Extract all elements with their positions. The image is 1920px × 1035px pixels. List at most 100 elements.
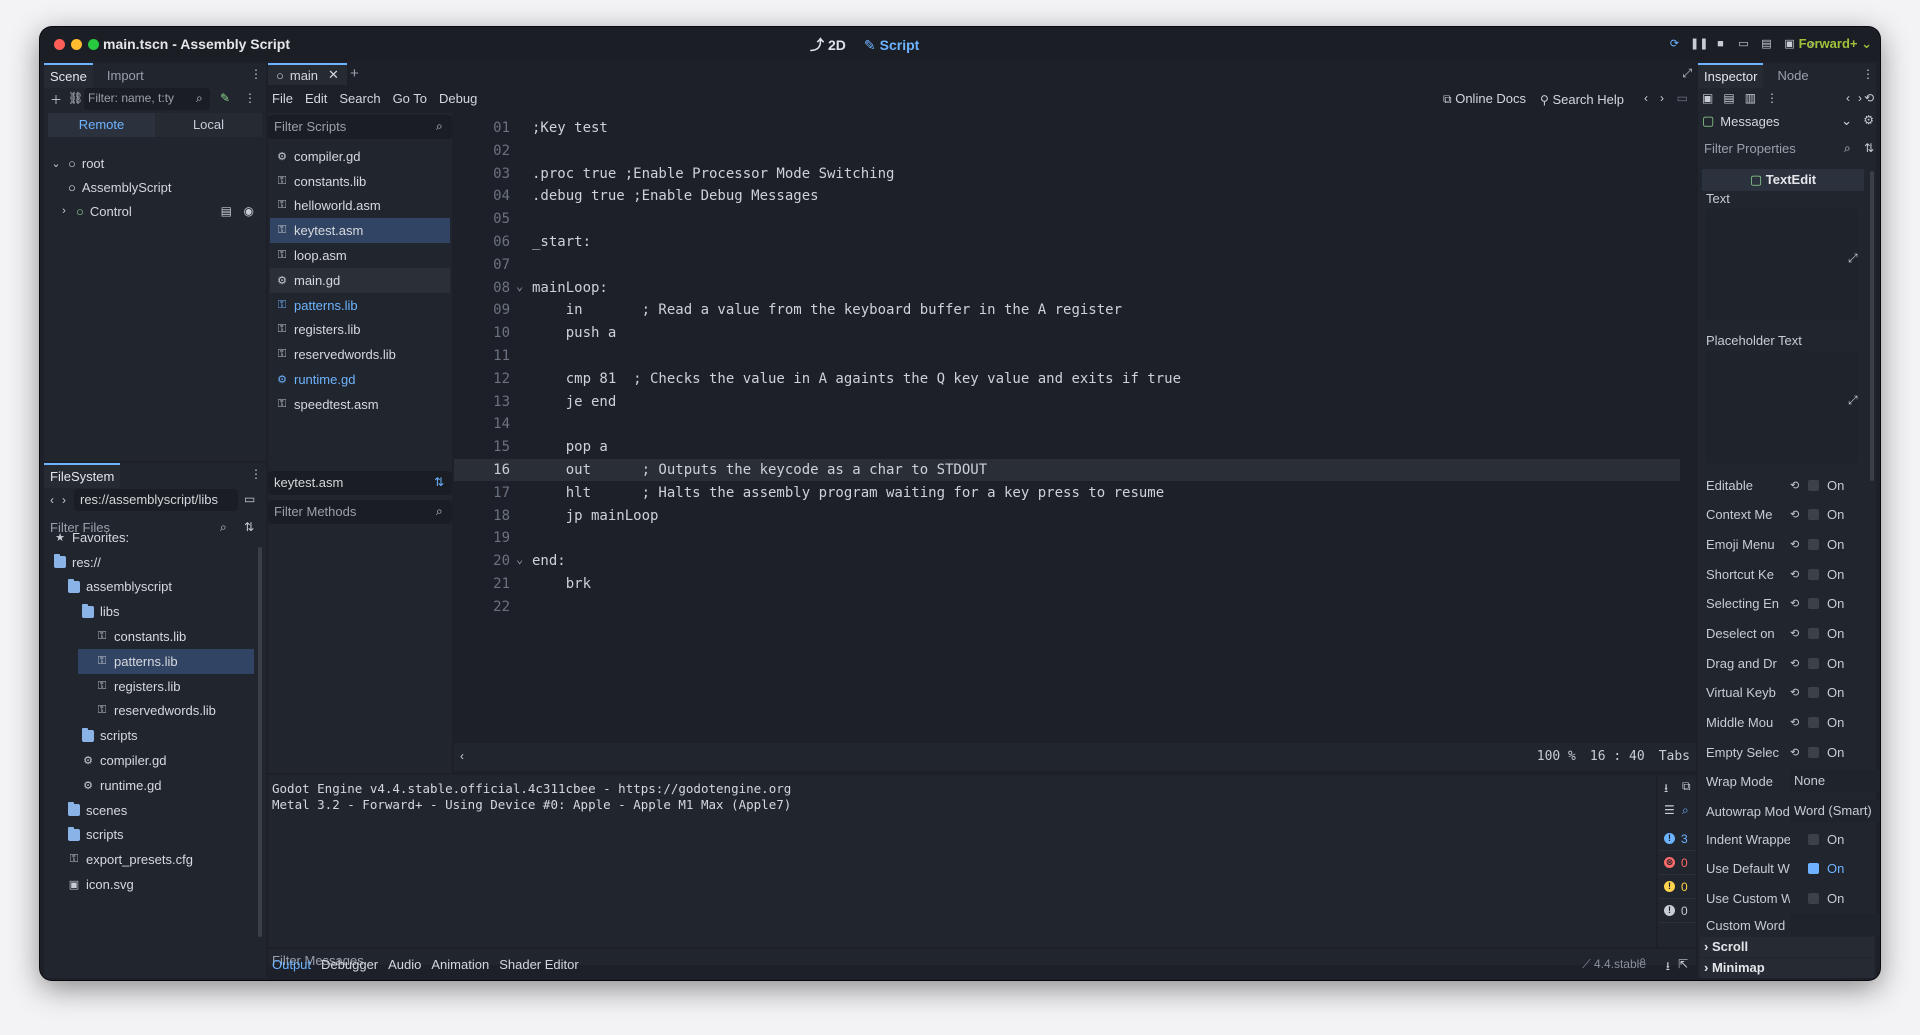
remote-debug-icon[interactable]: ⟳	[1667, 37, 1682, 51]
menu-edit[interactable]: Edit	[305, 91, 327, 106]
movie-maker-icon[interactable]: ▤	[1759, 37, 1774, 51]
toggle-scripts-panel-icon[interactable]: ‹	[460, 749, 464, 763]
file-tree-row[interactable]: ⚿ patterns.lib	[78, 648, 254, 674]
script-list-item[interactable]: ⚿ keytest.asm	[270, 218, 450, 244]
property-checkbox[interactable]: On	[1808, 891, 1844, 906]
indent-mode[interactable]: Tabs	[1659, 749, 1690, 764]
counter-toggle[interactable]: ! 0	[1658, 899, 1696, 923]
file-tree-row[interactable]: ★ Favorites:	[44, 525, 254, 550]
menu-debug[interactable]: Debug	[439, 91, 477, 106]
file-tree-row[interactable]: ⚿ reservedwords.lib	[44, 699, 254, 724]
workspace-2d-button[interactable]: ⤴ 2D	[810, 35, 846, 55]
script-list-item[interactable]: ⚿ patterns.lib	[270, 293, 450, 318]
close-window-button[interactable]	[54, 39, 65, 50]
bottom-tab-audio[interactable]: Audio	[388, 957, 421, 972]
code-editor[interactable]: 01 ;Key test 02 03 .proc true ;Enable Proces…	[454, 113, 1696, 743]
file-tree-row[interactable]: ⚙ runtime.gd	[44, 773, 254, 798]
collapse-icon[interactable]: ☰	[1664, 803, 1675, 817]
online-docs-button[interactable]: ⧉ Online Docs	[1443, 91, 1526, 107]
property-checkbox[interactable]: On	[1808, 745, 1844, 760]
placeholder-property-field[interactable]	[1706, 351, 1858, 463]
file-tree-row[interactable]: scenes	[44, 798, 254, 823]
close-tab-icon[interactable]: ✕	[328, 67, 339, 83]
add-node-icon[interactable]: ＋	[50, 91, 62, 108]
script-list-item[interactable]: ⚙ runtime.gd	[270, 367, 450, 392]
custom-word-field[interactable]	[1790, 914, 1880, 936]
property-checkbox[interactable]: On	[1808, 478, 1844, 493]
counter-toggle[interactable]: ! 0	[1658, 875, 1696, 899]
file-tree-row[interactable]: scripts	[44, 723, 254, 748]
tree-row-control[interactable]: › ○ Control ▤ ◉	[44, 199, 266, 223]
new-resource-icon[interactable]: ▣	[1702, 91, 1713, 105]
script-list-item[interactable]: ⚿ helloworld.asm	[270, 194, 450, 219]
dock-menu-icon[interactable]: ⋮	[250, 467, 262, 481]
fold-chevron-icon[interactable]: ⌄	[516, 552, 523, 566]
workspace-script-button[interactable]: ✎ Script	[864, 35, 919, 55]
scrollbar[interactable]	[1870, 171, 1874, 481]
tab-inspector[interactable]: Inspector	[1698, 63, 1764, 88]
search-icon[interactable]: ⌕	[1682, 803, 1689, 818]
menu-search[interactable]: Search	[339, 91, 380, 106]
clapper-icon[interactable]: ▤	[221, 204, 232, 218]
section-scroll[interactable]: › Scroll	[1700, 937, 1874, 957]
property-checkbox[interactable]: On	[1808, 861, 1844, 876]
counter-toggle[interactable]: ! 3	[1658, 827, 1696, 851]
properties-filter-input[interactable]: Filter Properties	[1698, 137, 1858, 161]
scene-menu-icon[interactable]: ⋮	[244, 91, 256, 105]
revert-icon[interactable]: ⟲	[1790, 627, 1808, 640]
script-list-item[interactable]: ⚿ registers.lib	[270, 318, 450, 343]
play-custom-icon[interactable]: ▣	[1782, 37, 1797, 51]
maximize-window-button[interactable]	[88, 39, 99, 50]
path-field[interactable]: res://assemblyscript/libs	[74, 489, 238, 511]
property-checkbox[interactable]: On	[1808, 832, 1844, 847]
expand-icon[interactable]: ⤢	[1848, 393, 1858, 408]
revert-icon[interactable]: ⟲	[1790, 657, 1808, 670]
file-tree-row[interactable]: assemblyscript	[44, 575, 254, 600]
property-checkbox[interactable]: On	[1808, 656, 1844, 671]
fold-chevron-icon[interactable]: ⌄	[516, 279, 523, 293]
tab-main[interactable]: ○ main ✕	[268, 63, 347, 85]
file-tree-row[interactable]: ▣ icon.svg	[44, 872, 254, 897]
scrollbar[interactable]	[258, 547, 262, 937]
tab-scene[interactable]: Scene	[44, 63, 93, 88]
revert-icon[interactable]: ⟲	[1790, 597, 1808, 610]
file-tree-row[interactable]: res://	[44, 550, 254, 575]
object-properties-icon[interactable]: ⚙	[1863, 113, 1874, 127]
property-checkbox[interactable]: On	[1808, 685, 1844, 700]
dock-menu-icon[interactable]: ⋮	[250, 67, 262, 81]
script-list-item[interactable]: ⚙ compiler.gd	[270, 144, 450, 169]
revert-icon[interactable]: ⟲	[1790, 568, 1808, 581]
expand-icon[interactable]: ⤢	[1848, 251, 1858, 266]
menu-go-to[interactable]: Go To	[393, 91, 427, 106]
property-checkbox[interactable]: On	[1808, 715, 1844, 730]
file-tree-row[interactable]: ⚿ export_presets.cfg	[44, 847, 254, 872]
history-back-icon[interactable]: ‹	[1644, 91, 1648, 105]
split-view-icon[interactable]: ▭	[244, 492, 255, 506]
tab-node[interactable]: Node	[1771, 64, 1814, 87]
methods-filter-input[interactable]: Filter Methods	[268, 500, 452, 524]
property-checkbox[interactable]: On	[1808, 596, 1844, 611]
more-options-icon[interactable]: ⋮	[1766, 91, 1778, 105]
text-property-field[interactable]	[1706, 209, 1858, 321]
bottom-tab-shader-editor[interactable]: Shader Editor	[499, 957, 579, 972]
distraction-free-icon[interactable]: ⤢	[1682, 66, 1692, 81]
script-list-item[interactable]: ⚿ reservedwords.lib	[270, 342, 450, 367]
history-back-icon[interactable]: ‹	[1846, 91, 1850, 105]
pin-panel-icon[interactable]: ⭳	[1666, 957, 1670, 978]
expand-panel-icon[interactable]: ⇱	[1678, 957, 1688, 971]
tree-row-assemblyscript[interactable]: ○ AssemblyScript	[44, 175, 266, 199]
save-resource-icon[interactable]: ▥	[1745, 91, 1756, 105]
add-tab-button[interactable]: +	[350, 65, 359, 82]
search-help-button[interactable]: ⚲ Search Help	[1540, 92, 1624, 107]
tab-import[interactable]: Import	[101, 64, 150, 87]
script-list-item[interactable]: ⚿ speedtest.asm	[270, 392, 450, 417]
file-tree-row[interactable]: libs	[44, 599, 254, 624]
revert-icon[interactable]: ⟲	[1790, 716, 1808, 729]
revert-icon[interactable]: ⟲	[1790, 746, 1808, 759]
object-selector[interactable]: ▢ Messages ⌄	[1702, 113, 1852, 129]
file-tree-row[interactable]: ⚙ compiler.gd	[44, 748, 254, 773]
script-list-item[interactable]: ⚙ main.gd	[270, 267, 450, 293]
dock-menu-icon[interactable]: ⋮	[1862, 67, 1874, 81]
float-window-icon[interactable]: ▭	[1677, 91, 1688, 105]
file-tree-row[interactable]: scripts	[44, 823, 254, 848]
